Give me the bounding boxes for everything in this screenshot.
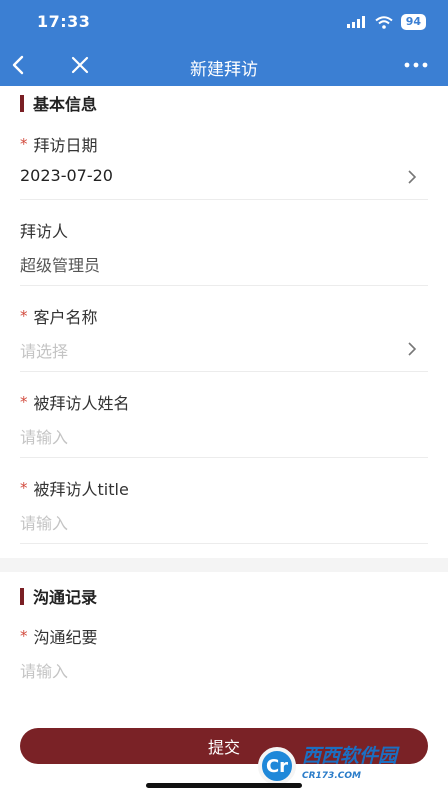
chevron-right-icon	[408, 342, 417, 356]
watermark-circle-logo: Cr	[258, 747, 296, 785]
section-title: 基本信息	[33, 95, 98, 114]
field-label: * 客户名称	[20, 304, 98, 328]
section-title: 沟通记录	[33, 588, 98, 607]
required-marker: *	[20, 135, 28, 153]
visitor-value: 超级管理员	[20, 256, 101, 275]
customer-name-field[interactable]: * 客户名称 请选择	[20, 286, 428, 372]
required-marker: *	[20, 479, 28, 497]
section-accent-bar	[20, 587, 24, 605]
field-label: * 被拜访人姓名	[20, 390, 130, 414]
signal-icon	[346, 16, 365, 28]
status-time: 17:33	[37, 12, 91, 31]
status-icons: 94	[346, 14, 426, 30]
section-basic-info: 基本信息	[20, 91, 97, 115]
app-header: 17:33 94 新建拜访	[0, 0, 448, 86]
wifi-icon	[375, 15, 393, 29]
visit-date-label: 拜访日期	[33, 136, 98, 155]
summary-field[interactable]: * 沟通纪要 请输入	[20, 612, 428, 716]
page-title: 新建拜访	[190, 60, 258, 80]
summary-label: 沟通纪要	[33, 628, 98, 647]
visit-date-field[interactable]: * 拜访日期 2023-07-20	[20, 118, 428, 200]
section-divider	[0, 558, 448, 572]
section-accent-bar	[20, 94, 24, 112]
visitee-title-input[interactable]: 请输入	[20, 510, 68, 534]
required-marker: *	[20, 627, 28, 645]
field-label: * 沟通纪要	[20, 624, 98, 648]
section-communication-record: 沟通记录	[20, 584, 97, 608]
nav-bar: 新建拜访	[0, 44, 448, 86]
chevron-right-icon	[408, 170, 417, 184]
visitee-name-label: 被拜访人姓名	[33, 394, 130, 413]
required-marker: *	[20, 393, 28, 411]
watermark-title: 西西软件园	[302, 745, 398, 767]
visit-date-value: 2023-07-20	[20, 166, 113, 185]
field-label: * 被拜访人title	[20, 476, 129, 500]
more-icon	[404, 62, 428, 68]
visitor-label: 拜访人	[20, 222, 69, 241]
required-marker: *	[20, 307, 28, 325]
summary-textarea[interactable]: 请输入	[20, 658, 68, 682]
watermark-text: 西西软件园 CR173.COM	[302, 746, 397, 786]
customer-name-label: 客户名称	[33, 308, 98, 327]
status-bar: 17:33 94	[0, 0, 448, 44]
more-button[interactable]	[402, 52, 430, 78]
visitor-field: 拜访人 超级管理员	[20, 200, 428, 286]
battery-icon: 94	[400, 14, 426, 30]
visitee-name-field[interactable]: * 被拜访人姓名 请输入	[20, 372, 428, 458]
watermark-subtitle: CR173.COM	[302, 771, 361, 781]
watermark-logo: Cr 西西软件园 CR173.COM	[258, 744, 436, 788]
visitee-title-label: 被拜访人title	[33, 480, 129, 499]
home-indicator	[146, 783, 302, 788]
field-label: * 拜访日期	[20, 132, 98, 156]
customer-name-select[interactable]: 请选择	[20, 338, 68, 362]
visitee-title-field[interactable]: * 被拜访人title 请输入	[20, 458, 428, 544]
visitee-name-input[interactable]: 请输入	[20, 424, 68, 448]
